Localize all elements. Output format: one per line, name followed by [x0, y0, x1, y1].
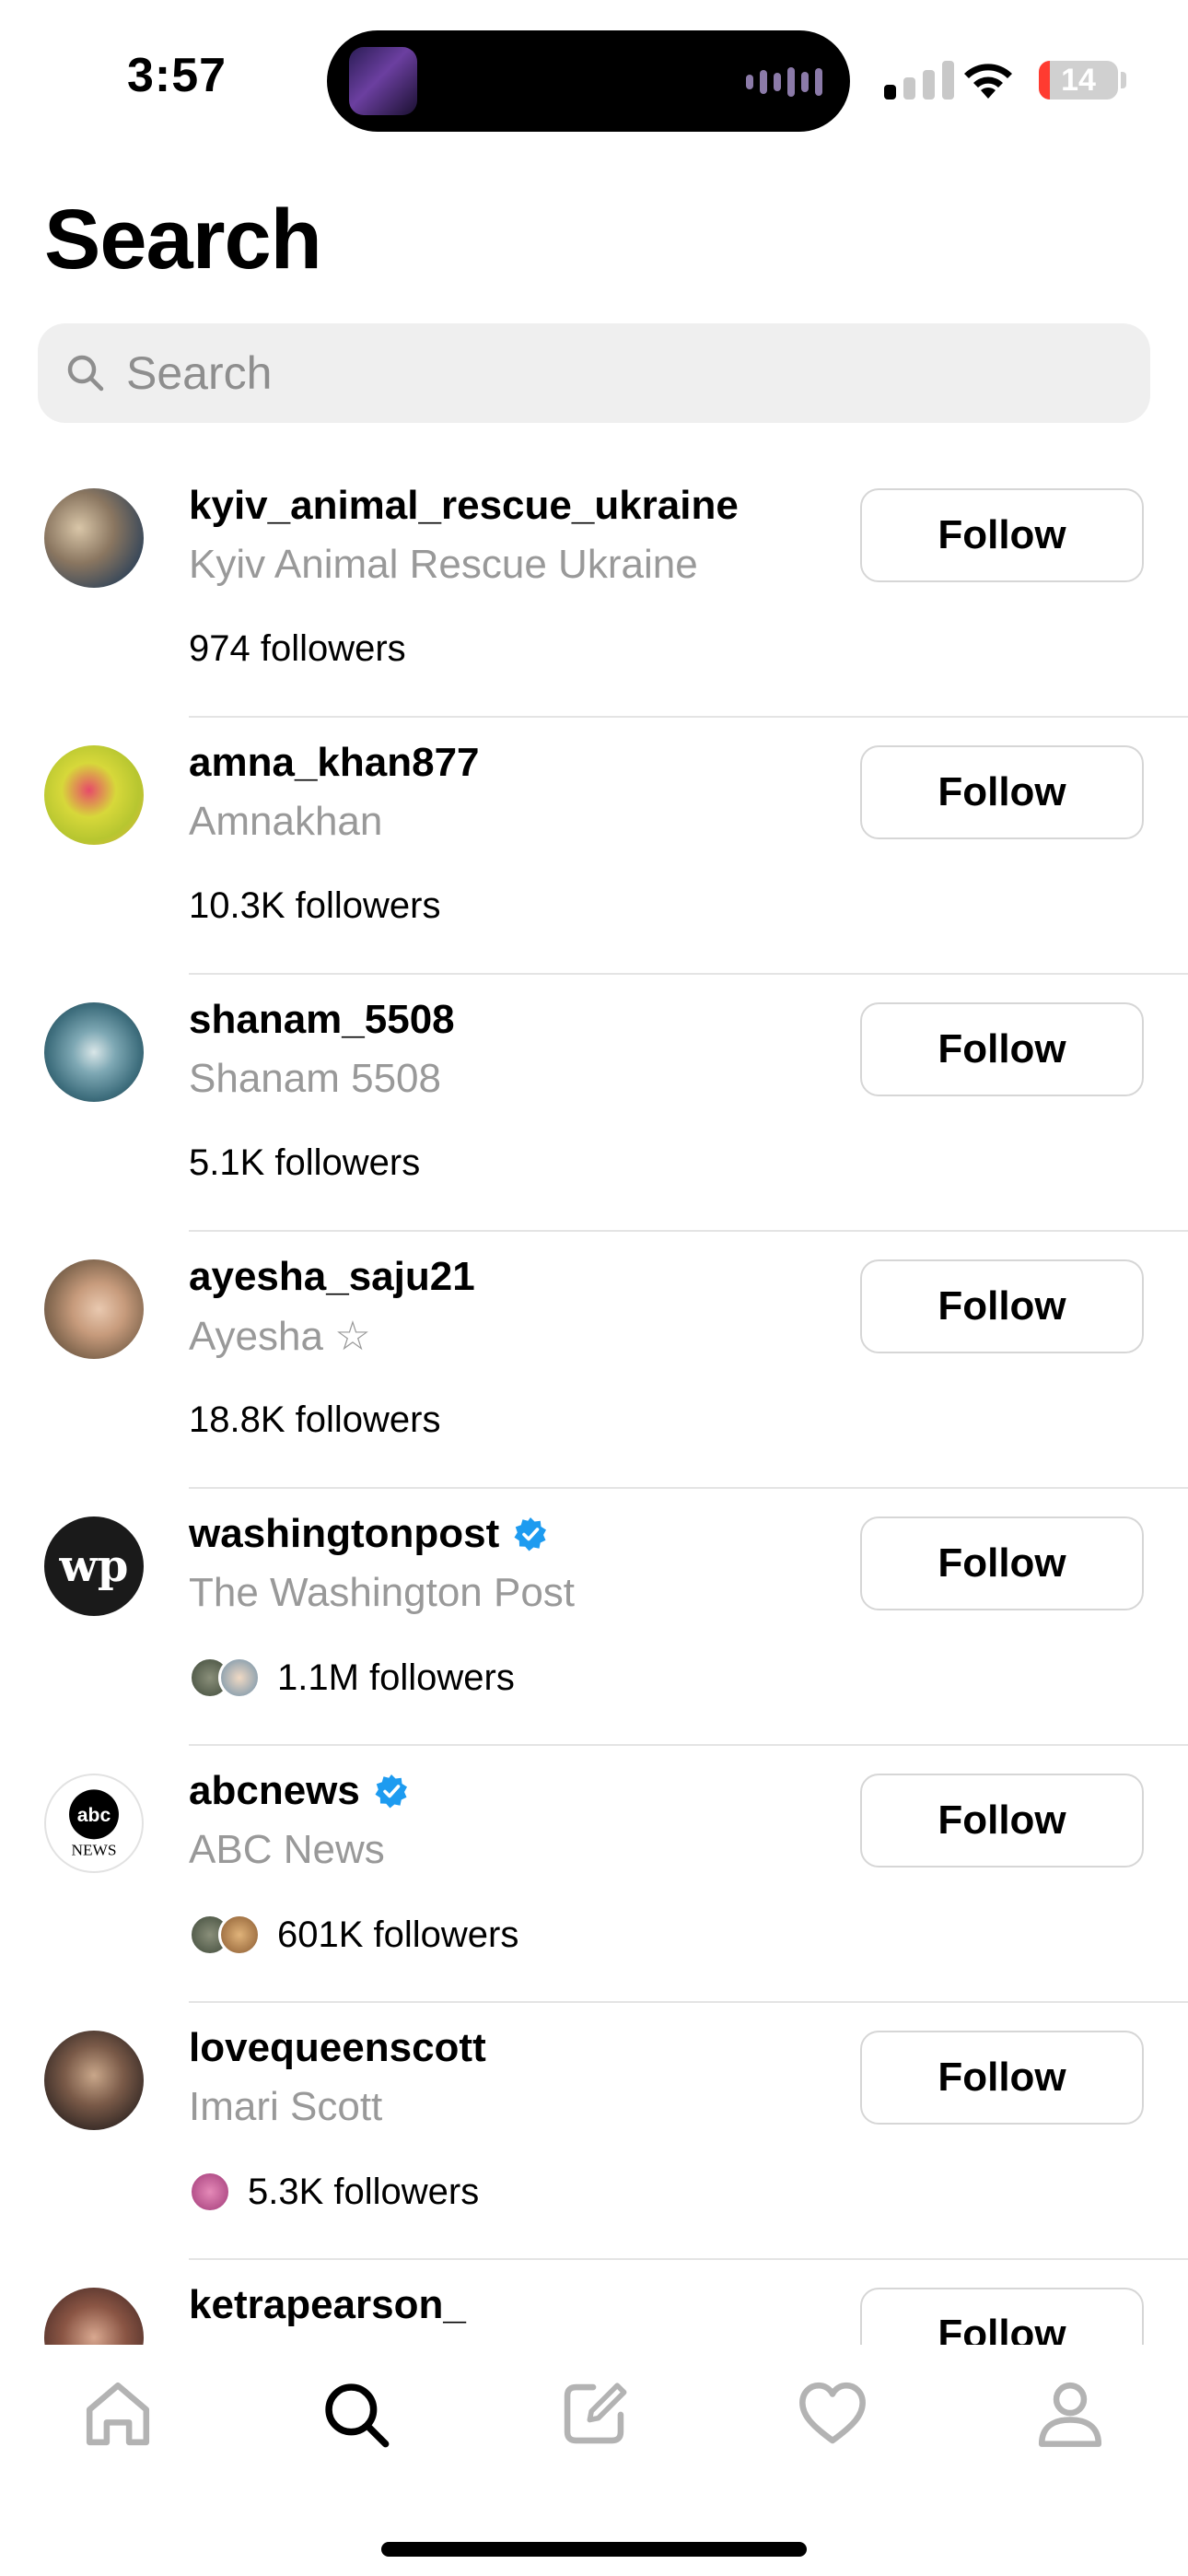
list-item[interactable]: lovequeenscott Imari Scott 5.3K follower…: [0, 2003, 1188, 2260]
svg-text:NEWS: NEWS: [71, 1842, 116, 1859]
washington-post-logo-avatar[interactable]: wp: [44, 1516, 144, 1616]
list-item[interactable]: amna_khan877 Amnakhan 10.3K followers Fo…: [0, 718, 1188, 975]
heart-icon: [799, 2382, 866, 2444]
mutual-followers-avatars: [189, 2171, 231, 2213]
tab-profile[interactable]: [1029, 2372, 1112, 2455]
display-name: Kyiv Animal Rescue Ukraine: [189, 542, 698, 587]
avatar[interactable]: [44, 745, 144, 845]
avatar[interactable]: [44, 1259, 144, 1359]
display-name: Shanam 5508: [189, 1056, 441, 1101]
dynamic-island[interactable]: [327, 30, 850, 132]
profile-icon: [1038, 2382, 1102, 2447]
follow-button[interactable]: Follow: [860, 1516, 1144, 1610]
username[interactable]: lovequeenscott: [189, 2025, 486, 2071]
avatar[interactable]: [44, 488, 144, 588]
home-icon: [86, 2382, 150, 2446]
username[interactable]: ketrapearson_: [189, 2282, 466, 2328]
username[interactable]: washingtonpost: [189, 1511, 499, 1557]
svg-text:wp: wp: [59, 1540, 129, 1592]
page-title: Search: [44, 193, 322, 287]
search-results-list[interactable]: kyiv_animal_rescue_ukraine Kyiv Animal R…: [0, 461, 1188, 2345]
search-icon: [67, 355, 104, 392]
search-bar[interactable]: [38, 323, 1150, 423]
mutual-followers-avatars: [189, 1914, 261, 1956]
username[interactable]: kyiv_animal_rescue_ukraine: [189, 483, 739, 529]
battery-cap: [1121, 72, 1126, 88]
username[interactable]: abcnews: [189, 1768, 360, 1814]
search-icon: [325, 2383, 390, 2448]
battery-level: 14: [1061, 63, 1096, 98]
avatar[interactable]: [44, 2288, 144, 2345]
battery-icon: 14: [1039, 61, 1118, 100]
svg-text:abc: abc: [77, 1805, 111, 1826]
list-item[interactable]: ketrapearson_ Follow: [0, 2260, 1188, 2345]
avatar[interactable]: [44, 1002, 144, 1102]
follow-button[interactable]: Follow: [860, 1774, 1144, 1868]
wifi-icon: [964, 64, 1012, 99]
follow-button[interactable]: Follow: [860, 1259, 1144, 1353]
tab-compose[interactable]: [553, 2372, 635, 2455]
list-item[interactable]: abc NEWS abcnews ABC News 601K followers…: [0, 1746, 1188, 2003]
username[interactable]: shanam_5508: [189, 997, 455, 1043]
follower-count: 10.3K followers: [189, 885, 441, 926]
follow-button[interactable]: Follow: [860, 1002, 1144, 1096]
display-name: Amnakhan: [189, 799, 383, 844]
list-item[interactable]: wp washingtonpost The Washington Post 1.…: [0, 1489, 1188, 1746]
list-item[interactable]: kyiv_animal_rescue_ukraine Kyiv Animal R…: [0, 461, 1188, 718]
audio-waveform-icon: [746, 67, 822, 97]
follower-count: 974 followers: [189, 628, 406, 669]
list-item[interactable]: ayesha_saju21 Ayesha ☆ 18.8K followers F…: [0, 1232, 1188, 1489]
display-name: ABC News: [189, 1827, 385, 1872]
follower-count: 1.1M followers: [277, 1657, 515, 1698]
display-name: Ayesha ☆: [189, 1314, 371, 1359]
display-name: Imari Scott: [189, 2084, 383, 2129]
abc-news-logo-icon: abc NEWS: [69, 1789, 119, 1859]
list-item[interactable]: shanam_5508 Shanam 5508 5.1K followers F…: [0, 975, 1188, 1232]
follow-button[interactable]: Follow: [860, 488, 1144, 582]
follower-count: 18.8K followers: [189, 1399, 441, 1440]
tab-bar: [0, 2345, 1188, 2492]
now-playing-artwork: [349, 47, 417, 115]
follow-button[interactable]: Follow: [860, 2288, 1144, 2345]
follower-count: 601K followers: [277, 1914, 519, 1955]
compose-icon: [564, 2383, 627, 2444]
verified-badge-icon: [514, 1517, 547, 1551]
username[interactable]: amna_khan877: [189, 740, 480, 786]
wp-logo-icon: wp: [59, 1540, 129, 1592]
avatar[interactable]: [44, 2031, 144, 2130]
abc-news-logo-avatar[interactable]: abc NEWS: [44, 1774, 144, 1873]
verified-badge-icon: [375, 1774, 407, 1809]
follower-count: 5.3K followers: [248, 2171, 480, 2212]
cellular-signal-icon: [884, 61, 954, 100]
tab-activity[interactable]: [791, 2372, 874, 2455]
mutual-followers-avatars: [189, 1657, 261, 1699]
tab-home[interactable]: [76, 2372, 159, 2455]
status-time: 3:57: [127, 49, 227, 102]
home-indicator[interactable]: [381, 2542, 807, 2557]
search-input[interactable]: [126, 323, 1121, 423]
tab-search[interactable]: [314, 2372, 397, 2455]
follower-count: 5.1K followers: [189, 1142, 421, 1183]
username[interactable]: ayesha_saju21: [189, 1254, 475, 1300]
follow-button[interactable]: Follow: [860, 745, 1144, 839]
status-bar: 3:57 14: [0, 0, 1188, 147]
follow-button[interactable]: Follow: [860, 2031, 1144, 2125]
display-name: The Washington Post: [189, 1570, 576, 1615]
